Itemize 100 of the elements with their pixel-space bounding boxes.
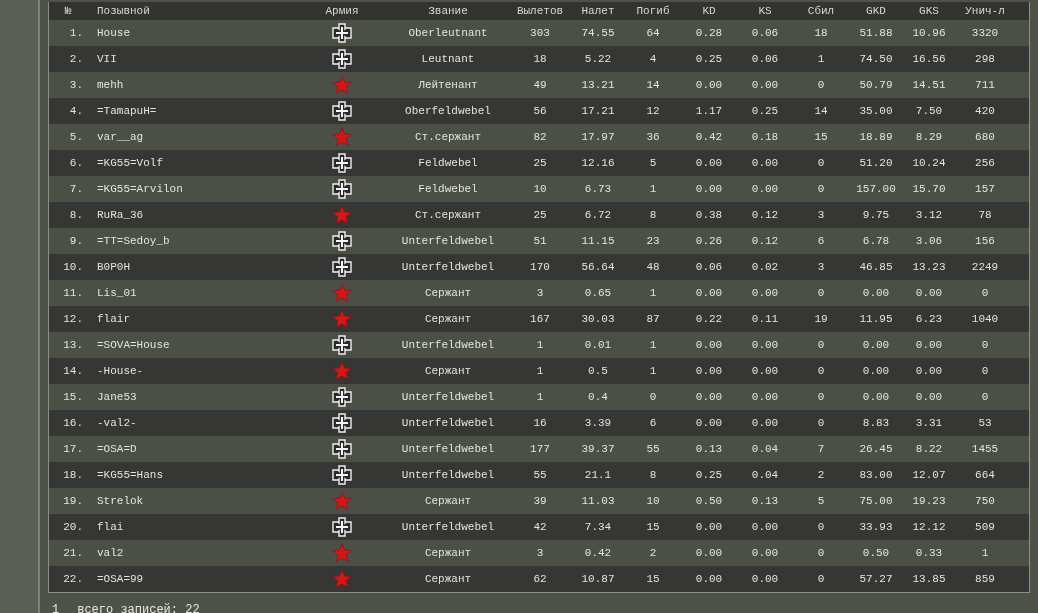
stat-cell-text: 0.42: [694, 131, 724, 143]
stat-cell-text: 0: [980, 391, 990, 403]
stat-cell-text: 0.22: [694, 313, 724, 325]
callsign-cell-text: =OSA=D: [96, 443, 138, 455]
stat-cell-text: 5.22: [583, 53, 613, 65]
callsign-cell-text: House: [96, 27, 131, 39]
stat-cell-text: 51.20: [858, 157, 894, 169]
stat-cell-text: 39: [532, 495, 548, 507]
stat-cell-text: 0.26: [694, 235, 724, 247]
column-header[interactable]: KS: [737, 5, 793, 17]
callsign-cell-text: var__ag: [96, 131, 145, 143]
stat-cell-text: 303: [529, 27, 551, 39]
stat-cell-text: 2: [816, 469, 826, 481]
stat-cell-text: 0: [816, 521, 826, 533]
stat-cell-text: 8.83: [861, 417, 891, 429]
column-header[interactable]: №: [49, 5, 87, 17]
total-records: всего записей: 22: [77, 603, 200, 613]
stat-cell-text: 78: [977, 209, 993, 221]
column-header[interactable]: Армия: [297, 5, 387, 17]
stat-cell-text: 0.04: [750, 443, 780, 455]
stat-cell-text: 82: [532, 131, 548, 143]
stat-cell-text: 18: [532, 53, 548, 65]
column-header[interactable]: Сбил: [793, 5, 849, 17]
callsign-cell-text: -val2-: [96, 417, 138, 429]
stat-cell-text: 0.00: [694, 183, 724, 195]
rank-title-cell-text: Unterfeldwebel: [400, 521, 496, 533]
stat-cell-text: 3: [535, 287, 545, 299]
rank-number-cell-text: 5.: [68, 131, 84, 143]
stat-cell-text: 12: [645, 105, 661, 117]
stat-cell-text: 0: [648, 391, 658, 403]
callsign-cell-text: RuRa_36: [96, 209, 145, 221]
stat-cell-text: 0: [816, 183, 826, 195]
stat-cell-text: 0.04: [750, 469, 780, 481]
rank-title-cell-text: Сержант: [423, 495, 473, 507]
stat-cell-text: 7.34: [583, 521, 613, 533]
rank-title-cell-text: Feldwebel: [417, 183, 479, 195]
column-header[interactable]: Звание: [387, 5, 509, 17]
callsign-cell-text: Lis_01: [96, 287, 138, 299]
stat-cell-text: 0.00: [750, 183, 780, 195]
stat-cell-text: 10.96: [911, 27, 947, 39]
stat-cell-text: 0.06: [750, 53, 780, 65]
rank-number-cell-text: 7.: [68, 183, 84, 195]
stat-cell-text: 0: [816, 339, 826, 351]
stat-cell-text: 0.00: [750, 287, 780, 299]
column-header[interactable]: KD: [681, 5, 737, 17]
rank-title-cell-text: Ст.сержант: [414, 209, 482, 221]
stat-cell-text: 0.18: [750, 131, 780, 143]
rank-title-cell-text: Лейтенант: [417, 79, 479, 91]
stat-cell-text: 0.25: [694, 53, 724, 65]
stat-cell-text: 680: [974, 131, 996, 143]
stat-cell-text: 0.00: [694, 287, 724, 299]
column-header[interactable]: Позывной: [87, 5, 297, 17]
stat-cell-text: 53: [977, 417, 993, 429]
stat-cell-text: 3: [816, 261, 826, 273]
stat-cell-text: 0.00: [750, 391, 780, 403]
column-header[interactable]: Погиб: [625, 5, 681, 17]
stat-cell-text: 0: [816, 573, 826, 585]
column-header[interactable]: Унич-л: [955, 5, 1015, 17]
rank-number-cell-text: 11.: [62, 287, 84, 299]
stat-cell-text: 25: [532, 209, 548, 221]
stat-cell-text: 8: [648, 469, 658, 481]
rank-title-cell-text: Unterfeldwebel: [400, 235, 496, 247]
stat-cell-text: 19: [813, 313, 829, 325]
stat-cell-text: 13.21: [580, 79, 616, 91]
stat-cell-text: 13.85: [911, 573, 947, 585]
stat-cell-text: 0.4: [587, 391, 609, 403]
stat-cell-text: 8.29: [914, 131, 944, 143]
rank-number-cell-text: 4.: [68, 105, 84, 117]
stat-cell-text: 711: [974, 79, 996, 91]
stat-cell-text: 23: [645, 235, 661, 247]
stat-cell-text: 0.42: [583, 547, 613, 559]
stat-cell-text: 14.51: [911, 79, 947, 91]
stat-cell-text: 1: [535, 365, 545, 377]
stat-cell-text: 0.00: [694, 391, 724, 403]
rank-title-cell-text: Сержант: [423, 313, 473, 325]
column-header[interactable]: GKD: [849, 5, 903, 17]
stat-cell-text: 0.00: [914, 287, 944, 299]
rank-number-cell-text: 22.: [62, 573, 84, 585]
column-header[interactable]: GKS: [903, 5, 955, 17]
stat-cell-text: 1: [535, 391, 545, 403]
stat-cell-text: 15.70: [911, 183, 947, 195]
column-header[interactable]: Вылетов: [509, 5, 571, 17]
stat-cell-text: 39.37: [580, 443, 616, 455]
stat-cell-text: 0: [980, 365, 990, 377]
rank-title-cell-text: Oberfeldwebel: [404, 105, 492, 117]
stat-cell-text: 33.93: [858, 521, 894, 533]
stat-cell-text: 859: [974, 573, 996, 585]
stat-cell-text: 2249: [970, 261, 1000, 273]
page-number[interactable]: 1: [52, 603, 60, 613]
stat-cell-text: 0.13: [694, 443, 724, 455]
stat-cell-text: 7: [816, 443, 826, 455]
column-header[interactable]: Налет: [571, 5, 625, 17]
rank-title-cell-text: Сержант: [423, 547, 473, 559]
stat-cell-text: 0.33: [914, 547, 944, 559]
stat-cell-text: 0: [980, 339, 990, 351]
stat-cell-text: 12.12: [911, 521, 947, 533]
stat-cell-text: 0.00: [750, 417, 780, 429]
stat-cell-text: 0.00: [750, 79, 780, 91]
rank-title-cell-text: Feldwebel: [417, 157, 479, 169]
stat-cell-text: 6.73: [583, 183, 613, 195]
